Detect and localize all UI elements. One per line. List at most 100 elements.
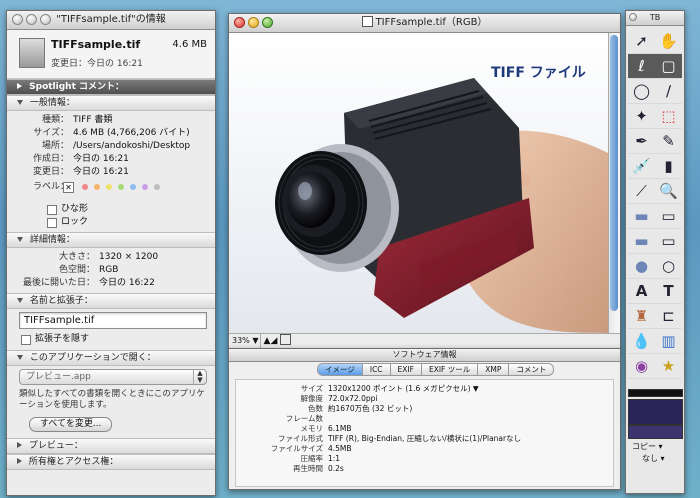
spotlight-section-toggle[interactable]: Spotlight コメント：	[7, 79, 215, 95]
hide-extension-checkbox[interactable]	[21, 335, 31, 345]
label-color-picker: ✕	[63, 179, 166, 195]
sw-row: ファイル形式 TIFF (R), Big-Endian, 圧縮しない/横状に(1)…	[236, 434, 613, 444]
none-mode[interactable]: なし ▾	[642, 453, 665, 464]
hide-extension-row[interactable]: 拡張子を隠す	[7, 333, 215, 346]
line-icon[interactable]: ∕	[655, 79, 682, 104]
label-color-dot-2[interactable]	[106, 184, 112, 190]
locked-checkbox-row[interactable]: ロック	[7, 216, 215, 229]
line-tool-icon[interactable]: ⟋	[628, 179, 655, 204]
magic-wand-icon[interactable]: ✦	[628, 104, 655, 129]
rect-select-icon[interactable]: ▢	[655, 54, 682, 79]
general-section-toggle[interactable]: 一般情報：	[7, 95, 215, 111]
zoom-arrow-icon: ▼	[252, 336, 259, 345]
arrow-icon[interactable]: ➚	[628, 29, 655, 54]
sw-key: 色数	[308, 404, 323, 413]
magnifier-icon[interactable]: 🔍	[655, 179, 682, 204]
label-color-dot-3[interactable]	[118, 184, 124, 190]
stamp-icon[interactable]: ♜	[628, 304, 655, 329]
scroll-thumb[interactable]	[610, 35, 618, 311]
close-button[interactable]	[629, 13, 637, 21]
sw-row: メモリ 6.1MB	[236, 424, 613, 434]
zoom-button[interactable]	[262, 17, 273, 28]
eraser-icon[interactable]: ▮	[655, 154, 682, 179]
sw-row: 再生時間 0.2s	[236, 464, 613, 474]
label-color-dot-4[interactable]	[130, 184, 136, 190]
ellipse-outline-icon[interactable]: ○	[655, 254, 682, 279]
sw-key: フレーム数	[285, 414, 323, 423]
tab-exif-tool[interactable]: EXIF ツール	[421, 363, 479, 376]
disclosure-triangle-icon	[17, 442, 22, 448]
zoom-field[interactable]: 33% ▼	[229, 334, 261, 348]
pencil-icon[interactable]: ✎	[655, 129, 682, 154]
label-none-icon[interactable]: ✕	[63, 181, 74, 193]
copy-mode[interactable]: コピー ▾	[632, 441, 663, 452]
rectangle-icon[interactable]: ▬	[628, 204, 655, 229]
tab-icc[interactable]: ICC	[362, 363, 391, 376]
rounded-rect-outline-icon[interactable]: ▭	[655, 229, 682, 254]
label-color-dot-1[interactable]	[94, 184, 100, 190]
tool-palette-title: TB	[649, 13, 661, 22]
open-with-section-toggle[interactable]: このアプリケーションで開く：	[7, 350, 215, 366]
stroke-color-swatch[interactable]	[628, 389, 683, 397]
close-button[interactable]	[234, 17, 245, 28]
name-ext-section-toggle[interactable]: 名前と拡張子：	[7, 293, 215, 309]
minimize-button[interactable]	[248, 17, 259, 28]
tab-comment[interactable]: コメント	[509, 363, 555, 376]
star-icon[interactable]: ★	[655, 354, 682, 379]
sw-row: フレーム数	[236, 414, 613, 424]
filename-input[interactable]: TIFFsample.tif	[19, 312, 207, 329]
statusbar-mountain-icon[interactable]: ▲◢	[264, 336, 278, 346]
zoom-button[interactable]	[40, 14, 51, 25]
file-name: TIFFsample.tif	[51, 38, 141, 51]
details-section-toggle[interactable]: 詳細情報：	[7, 232, 215, 248]
minimize-button[interactable]	[26, 14, 37, 25]
sw-row: 解像度 72.0x72.0ppi	[236, 394, 613, 404]
change-all-button[interactable]: すべてを変更...	[29, 417, 113, 432]
image-window-title: TIFFsample.tif（RGB）	[375, 17, 488, 28]
rectangle-outline-icon[interactable]: ▭	[655, 204, 682, 229]
tool-palette-titlebar: TB	[626, 11, 684, 26]
secondary-color-swatch[interactable]	[628, 425, 683, 439]
bucket-icon[interactable]: ▥	[655, 329, 682, 354]
text-icon[interactable]: A	[628, 279, 655, 304]
label-color-dot-6[interactable]	[154, 184, 160, 190]
ellipse-icon[interactable]: ●	[628, 254, 655, 279]
statusbar-info-icon[interactable]	[279, 334, 291, 345]
hand-icon[interactable]: ✋	[655, 29, 682, 54]
open-with-popup[interactable]: プレビュー.app ▲▼	[19, 369, 207, 385]
tab-xmp[interactable]: XMP	[478, 363, 510, 376]
eyedropper-icon[interactable]: 💉	[628, 154, 655, 179]
clamp-icon[interactable]: ⊏	[655, 304, 682, 329]
tab-image[interactable]: イメージ	[317, 363, 363, 376]
drop-icon[interactable]: 💧	[628, 329, 655, 354]
sw-value: 約1670万色 (32 ビット)	[328, 404, 413, 413]
rounded-rect-icon[interactable]: ▬	[628, 229, 655, 254]
rect-outline-icon[interactable]: ⬚	[655, 104, 682, 129]
label-color-dot-5[interactable]	[142, 184, 148, 190]
spotlight-label: Spotlight コメント：	[29, 82, 125, 92]
disclosure-triangle-icon	[17, 298, 23, 303]
circle-icon[interactable]: ◯	[628, 79, 655, 104]
stationery-checkbox[interactable]	[47, 205, 57, 215]
locked-checkbox[interactable]	[47, 218, 57, 228]
disclosure-triangle-icon	[17, 100, 23, 105]
fill-color-swatch[interactable]	[628, 399, 683, 425]
ownership-section-toggle[interactable]: 所有権とアクセス権：	[7, 454, 215, 470]
eye-icon[interactable]: ◉	[628, 354, 655, 379]
preview-section-toggle[interactable]: プレビュー：	[7, 438, 215, 454]
open-with-app: プレビュー.app	[26, 372, 91, 382]
image-canvas[interactable]: TIFF ファイル	[229, 33, 608, 333]
last-opened-value: 今日の 16:22	[99, 278, 155, 288]
vertical-scrollbar[interactable]	[608, 33, 620, 333]
image-window: TIFFsample.tif（RGB） TIFF ファイル 33% ▼ ▲◢	[228, 13, 621, 349]
hide-extension-label: 拡張子を隠す	[35, 334, 90, 344]
popup-arrows-icon: ▲▼	[193, 370, 206, 384]
lasso-icon[interactable]: ℓ	[628, 54, 655, 79]
label-color-dot-0[interactable]	[82, 184, 88, 190]
pen-icon[interactable]: ✒	[628, 129, 655, 154]
text-alt-icon[interactable]: T	[655, 279, 682, 304]
close-button[interactable]	[12, 14, 23, 25]
stationery-checkbox-row[interactable]: ひな形	[7, 203, 215, 216]
sw-key: 再生時間	[293, 464, 323, 473]
tab-exif[interactable]: EXIF	[390, 363, 422, 376]
